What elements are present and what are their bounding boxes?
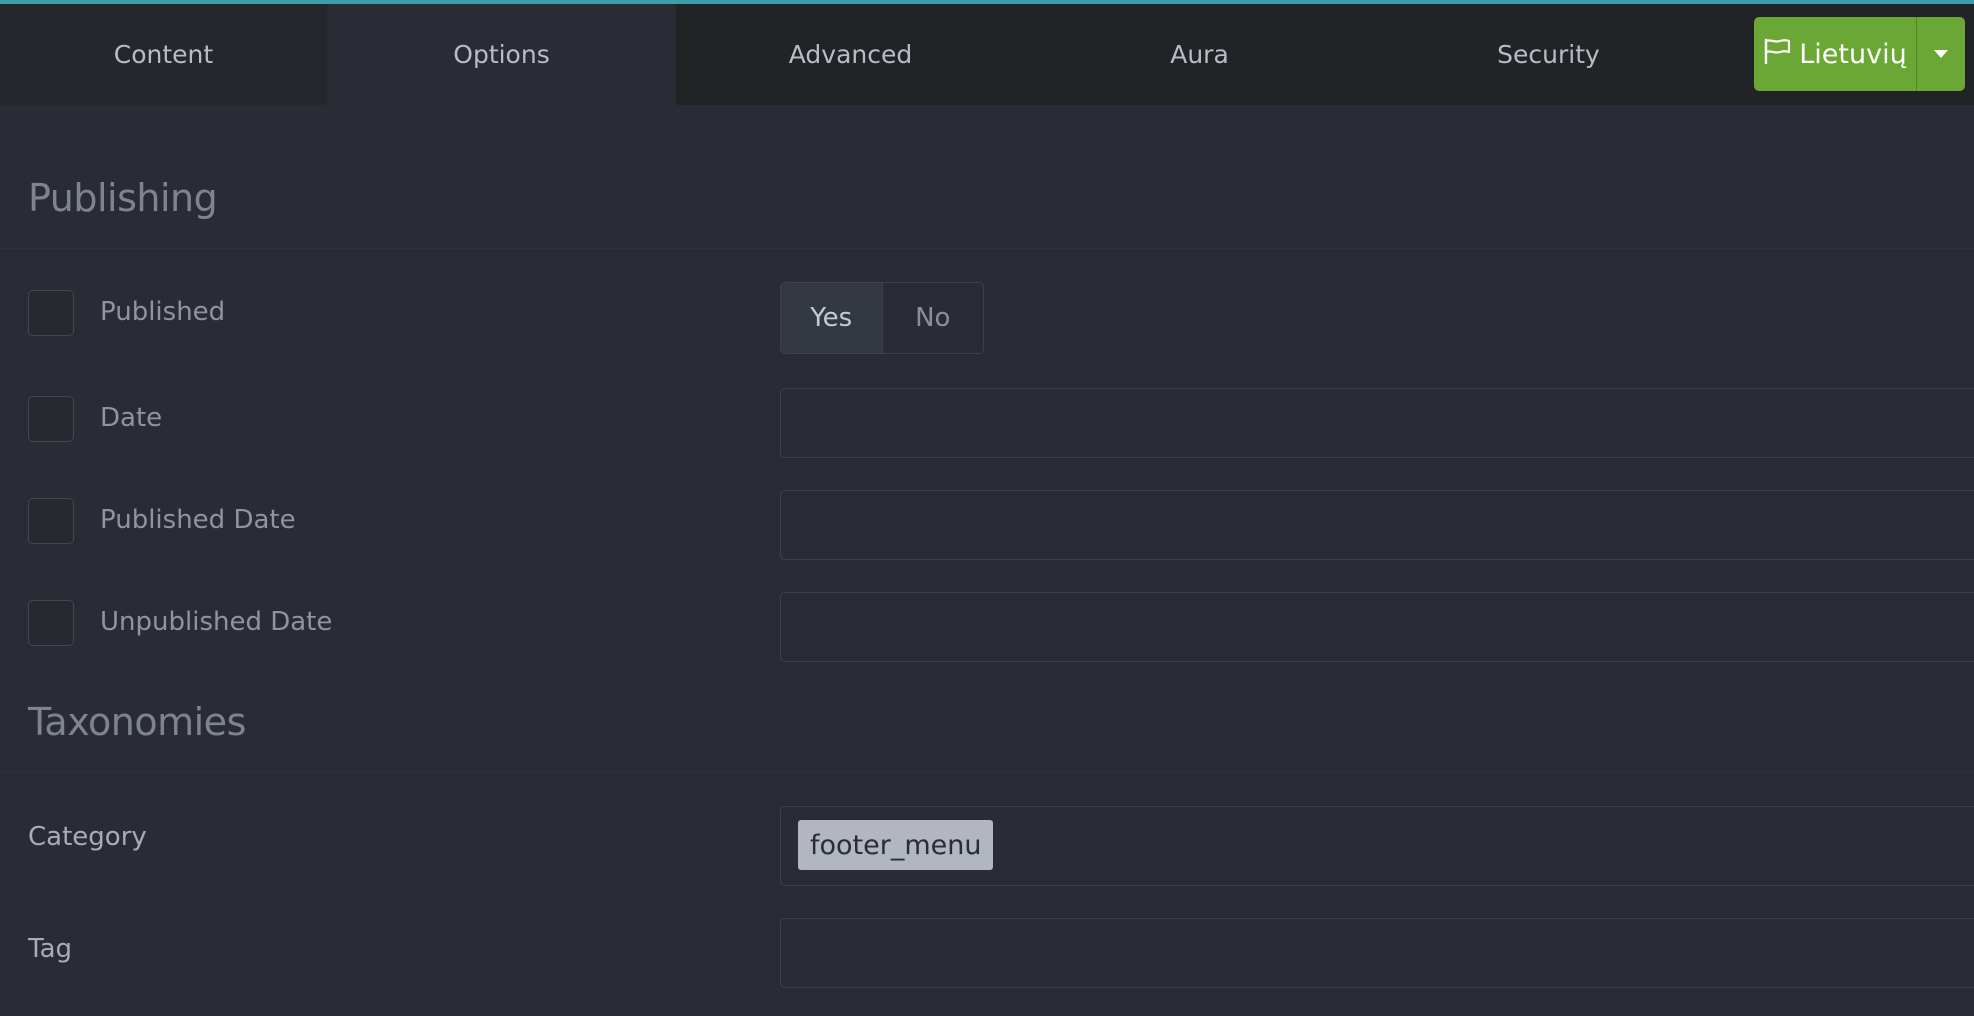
unpublished-date-input[interactable] <box>780 592 1974 662</box>
published-label: Published <box>100 297 226 327</box>
published-toggle: Yes No <box>780 282 984 354</box>
tab-aura-label: Aura <box>1170 40 1229 69</box>
category-label: Category <box>28 822 147 852</box>
tab-security-label: Security <box>1497 40 1600 69</box>
category-input[interactable]: footer_menu <box>780 806 1974 886</box>
date-input[interactable] <box>780 388 1974 458</box>
category-chip[interactable]: footer_menu <box>798 820 994 870</box>
publishing-section-title: Publishing <box>28 176 218 220</box>
published-date-checkbox[interactable] <box>28 498 74 544</box>
language-dropdown-toggle[interactable] <box>1916 17 1965 91</box>
publishing-divider <box>0 248 1974 249</box>
unpublished-date-label: Unpublished Date <box>100 607 333 637</box>
tab-advanced[interactable]: Advanced <box>676 4 1025 105</box>
flag-icon <box>1763 38 1791 71</box>
published-date-input[interactable] <box>780 490 1974 560</box>
tab-options[interactable]: Options <box>327 4 676 105</box>
tab-aura[interactable]: Aura <box>1025 4 1374 105</box>
tab-content[interactable]: Content <box>0 4 327 105</box>
tab-bar: Content Options Advanced Aura Security <box>0 4 1974 105</box>
language-selector: Lietuvių <box>1754 17 1965 91</box>
tab-advanced-label: Advanced <box>788 40 913 69</box>
tag-input[interactable] <box>780 918 1974 988</box>
published-no-button[interactable]: No <box>882 283 983 353</box>
language-label: Lietuvių <box>1799 38 1907 70</box>
taxonomies-divider <box>0 772 1974 773</box>
taxonomies-section-title: Taxonomies <box>28 700 246 744</box>
language-button[interactable]: Lietuvių <box>1754 17 1916 91</box>
published-date-label: Published Date <box>100 505 296 535</box>
tag-label: Tag <box>28 934 73 964</box>
tab-security[interactable]: Security <box>1374 4 1723 105</box>
published-yes-button[interactable]: Yes <box>781 283 883 353</box>
tab-content-label: Content <box>113 40 214 69</box>
unpublished-date-checkbox[interactable] <box>28 600 74 646</box>
published-checkbox[interactable] <box>28 290 74 336</box>
tab-options-label: Options <box>453 40 550 69</box>
date-checkbox[interactable] <box>28 396 74 442</box>
caret-down-icon <box>1934 50 1948 58</box>
date-label: Date <box>100 403 163 433</box>
